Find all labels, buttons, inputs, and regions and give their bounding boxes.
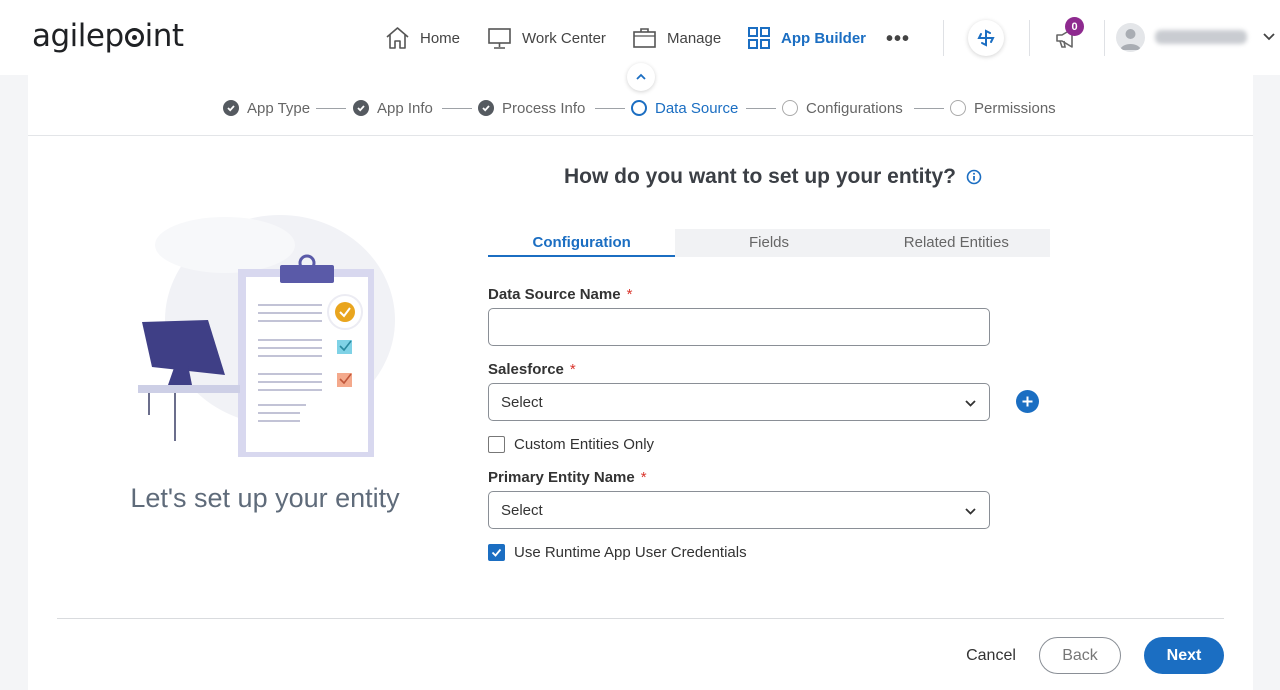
required-asterisk: * xyxy=(569,361,576,378)
check-circle-icon xyxy=(223,100,239,116)
tab-configuration[interactable]: Configuration xyxy=(488,229,676,257)
nav-app-builder-label: App Builder xyxy=(781,29,866,47)
step-connector xyxy=(595,108,625,109)
nav-home[interactable]: Home xyxy=(385,25,460,51)
tab-fields[interactable]: Fields xyxy=(675,229,863,257)
nav-manage-label: Manage xyxy=(667,29,722,47)
back-button[interactable]: Back xyxy=(1039,637,1121,674)
illustration-caption: Let's set up your entity xyxy=(130,483,400,513)
footer-divider xyxy=(57,618,1224,619)
cancel-button[interactable]: Cancel xyxy=(955,637,1027,674)
ai-assistant-button[interactable] xyxy=(968,20,1004,56)
checkbox-unchecked[interactable] xyxy=(488,435,505,453)
monitor-icon xyxy=(488,28,511,49)
nav-work-center[interactable]: Work Center xyxy=(487,25,606,51)
form-title-text: How do you want to set up your entity? xyxy=(564,165,956,188)
step-configurations[interactable]: Configurations xyxy=(782,99,903,117)
salesforce-select[interactable]: Select xyxy=(488,383,990,421)
data-source-name-input[interactable] xyxy=(488,308,990,346)
entity-tabs: Configuration Fields Related Entities xyxy=(488,229,1050,257)
step-label: Data Source xyxy=(655,99,739,117)
label-text: Primary Entity Name xyxy=(488,469,635,486)
check-circle-icon xyxy=(353,100,369,116)
step-process-info[interactable]: Process Info xyxy=(478,99,585,117)
step-label: Process Info xyxy=(502,99,586,117)
step-label: App Type xyxy=(247,99,311,117)
briefcase-icon xyxy=(633,28,656,48)
step-label: App Info xyxy=(377,99,433,117)
primary-entity-name-label: Primary Entity Name * xyxy=(488,469,647,486)
empty-circle-icon xyxy=(950,100,966,116)
header-divider xyxy=(1104,20,1105,56)
empty-circle-icon xyxy=(782,100,798,116)
primary-entity-name-select[interactable]: Select xyxy=(488,491,990,529)
chevron-down-icon[interactable] xyxy=(1262,30,1276,44)
step-app-type[interactable]: App Type xyxy=(223,99,310,117)
nav-home-label: Home xyxy=(420,29,461,47)
grid-icon xyxy=(748,27,770,49)
pinwheel-icon xyxy=(977,29,995,47)
step-app-info[interactable]: App Info xyxy=(353,99,433,117)
current-step-circle-icon xyxy=(631,100,647,116)
required-asterisk: * xyxy=(626,286,633,303)
more-menu-button[interactable]: ••• xyxy=(886,28,910,51)
nav-app-builder[interactable]: App Builder xyxy=(747,25,866,51)
custom-entities-only-checkbox[interactable]: Custom Entities Only xyxy=(488,435,654,453)
checkbox-label: Custom Entities Only xyxy=(514,435,655,453)
check-circle-icon xyxy=(478,100,494,116)
step-connector xyxy=(914,108,944,109)
step-connector xyxy=(442,108,472,109)
agilepoint-logo[interactable]: agilep int xyxy=(32,18,184,54)
data-source-name-label: Data Source Name * xyxy=(488,286,632,303)
home-icon xyxy=(386,27,409,49)
tab-related-entities[interactable]: Related Entities xyxy=(862,229,1050,257)
step-connector xyxy=(746,108,776,109)
logo-text-end: int xyxy=(144,18,184,54)
checkmark-icon xyxy=(491,548,502,557)
primary-entity-select-value: Select xyxy=(501,501,543,519)
next-button[interactable]: Next xyxy=(1144,637,1224,674)
plus-icon xyxy=(1022,396,1033,407)
chevron-up-icon xyxy=(636,73,646,80)
label-text: Salesforce xyxy=(488,361,564,378)
stepper-divider xyxy=(28,135,1253,136)
user-avatar[interactable] xyxy=(1116,23,1145,52)
user-name-redacted[interactable] xyxy=(1155,30,1247,44)
nav-manage[interactable]: Manage xyxy=(632,25,721,51)
info-icon[interactable] xyxy=(966,169,982,185)
user-icon xyxy=(1120,29,1141,50)
logo-text-start: agilep xyxy=(32,18,124,54)
logo-dot-icon xyxy=(124,28,144,47)
step-label: Permissions xyxy=(974,99,1056,117)
nav-work-center-label: Work Center xyxy=(522,29,606,47)
header-divider xyxy=(1029,20,1030,56)
label-text: Data Source Name xyxy=(488,286,621,303)
clipboard-illustration xyxy=(138,215,395,457)
step-permissions[interactable]: Permissions xyxy=(950,99,1056,117)
chevron-down-icon xyxy=(965,508,976,515)
salesforce-select-value: Select xyxy=(501,393,543,411)
add-salesforce-connection-button[interactable] xyxy=(1016,390,1039,413)
required-asterisk: * xyxy=(640,469,647,486)
checkbox-label: Use Runtime App User Credentials xyxy=(514,543,747,561)
checkbox-checked[interactable] xyxy=(488,543,505,561)
header-divider xyxy=(943,20,944,56)
notification-count-badge: 0 xyxy=(1065,17,1084,36)
use-runtime-credentials-checkbox[interactable]: Use Runtime App User Credentials xyxy=(488,543,747,561)
step-label: Configurations xyxy=(806,99,903,117)
collapse-header-button[interactable] xyxy=(627,63,655,91)
form-title: How do you want to set up your entity? xyxy=(564,165,982,189)
salesforce-label: Salesforce * xyxy=(488,361,576,378)
step-connector xyxy=(316,108,346,109)
step-data-source[interactable]: Data Source xyxy=(631,99,738,117)
chevron-down-icon xyxy=(965,400,976,407)
